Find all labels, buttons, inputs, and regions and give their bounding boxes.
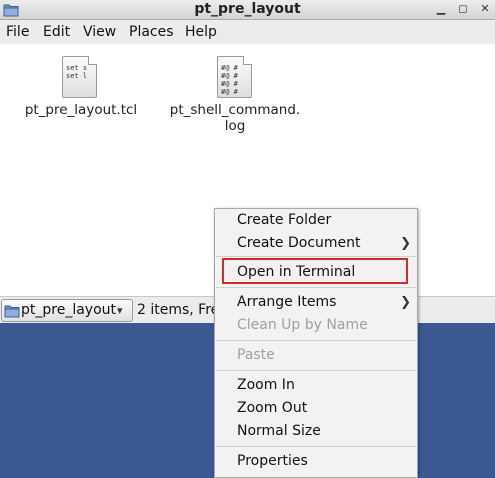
menu-item-zoom-in[interactable]: Zoom In: [215, 374, 417, 397]
title-bar: pt_pre_layout ▁ ◻ ✕: [0, 0, 495, 20]
file-name: pt_shell_command.: [169, 102, 301, 118]
menu-item-normal-size[interactable]: Normal Size: [215, 420, 417, 443]
close-button[interactable]: ✕: [477, 0, 493, 18]
menu-separator: [216, 340, 416, 341]
menu-file[interactable]: File: [6, 20, 29, 44]
folder-icon: [4, 304, 20, 322]
menu-item-zoom-out[interactable]: Zoom Out: [215, 397, 417, 420]
minimize-button[interactable]: ▁: [433, 0, 449, 18]
menu-separator: [216, 446, 416, 447]
file-name-line2: log: [224, 118, 246, 134]
menu-view[interactable]: View: [83, 20, 116, 44]
text-file-icon: #@ # #@ # #@ # #@ #: [217, 56, 252, 98]
chevron-down-icon: ▾: [117, 304, 123, 317]
menu-item-create-folder[interactable]: Create Folder: [215, 209, 417, 232]
menu-item-paste[interactable]: Paste: [215, 344, 417, 367]
highlight-box: [222, 258, 408, 284]
menu-separator: [216, 370, 416, 371]
window-title: pt_pre_layout: [194, 1, 301, 17]
location-label: pt_pre_layout: [21, 302, 117, 318]
chevron-right-icon: ❯: [400, 295, 411, 310]
menu-item-create-document[interactable]: Create Document ❯: [215, 232, 417, 255]
menu-item-properties[interactable]: Properties: [215, 450, 417, 473]
location-dropdown[interactable]: pt_pre_layout ▾: [1, 299, 133, 322]
menu-separator: [216, 256, 416, 257]
menu-item-clean-up-by-name[interactable]: Clean Up by Name: [215, 314, 417, 337]
context-menu: Create Folder Create Document ❯ Open in …: [214, 208, 418, 478]
status-info: 2 items, Fre: [137, 302, 220, 318]
menu-edit[interactable]: Edit: [43, 20, 70, 44]
text-file-icon: set s set l: [62, 56, 97, 98]
maximize-button[interactable]: ◻: [455, 0, 471, 18]
menu-item-arrange-items[interactable]: Arrange Items ❯: [215, 291, 417, 314]
file-name: pt_pre_layout.tcl: [24, 102, 138, 118]
chevron-right-icon: ❯: [400, 236, 411, 251]
menu-help[interactable]: Help: [185, 20, 217, 44]
menu-bar: File Edit View Places Help: [0, 20, 495, 44]
menu-places[interactable]: Places: [129, 20, 174, 44]
menu-separator: [216, 287, 416, 288]
